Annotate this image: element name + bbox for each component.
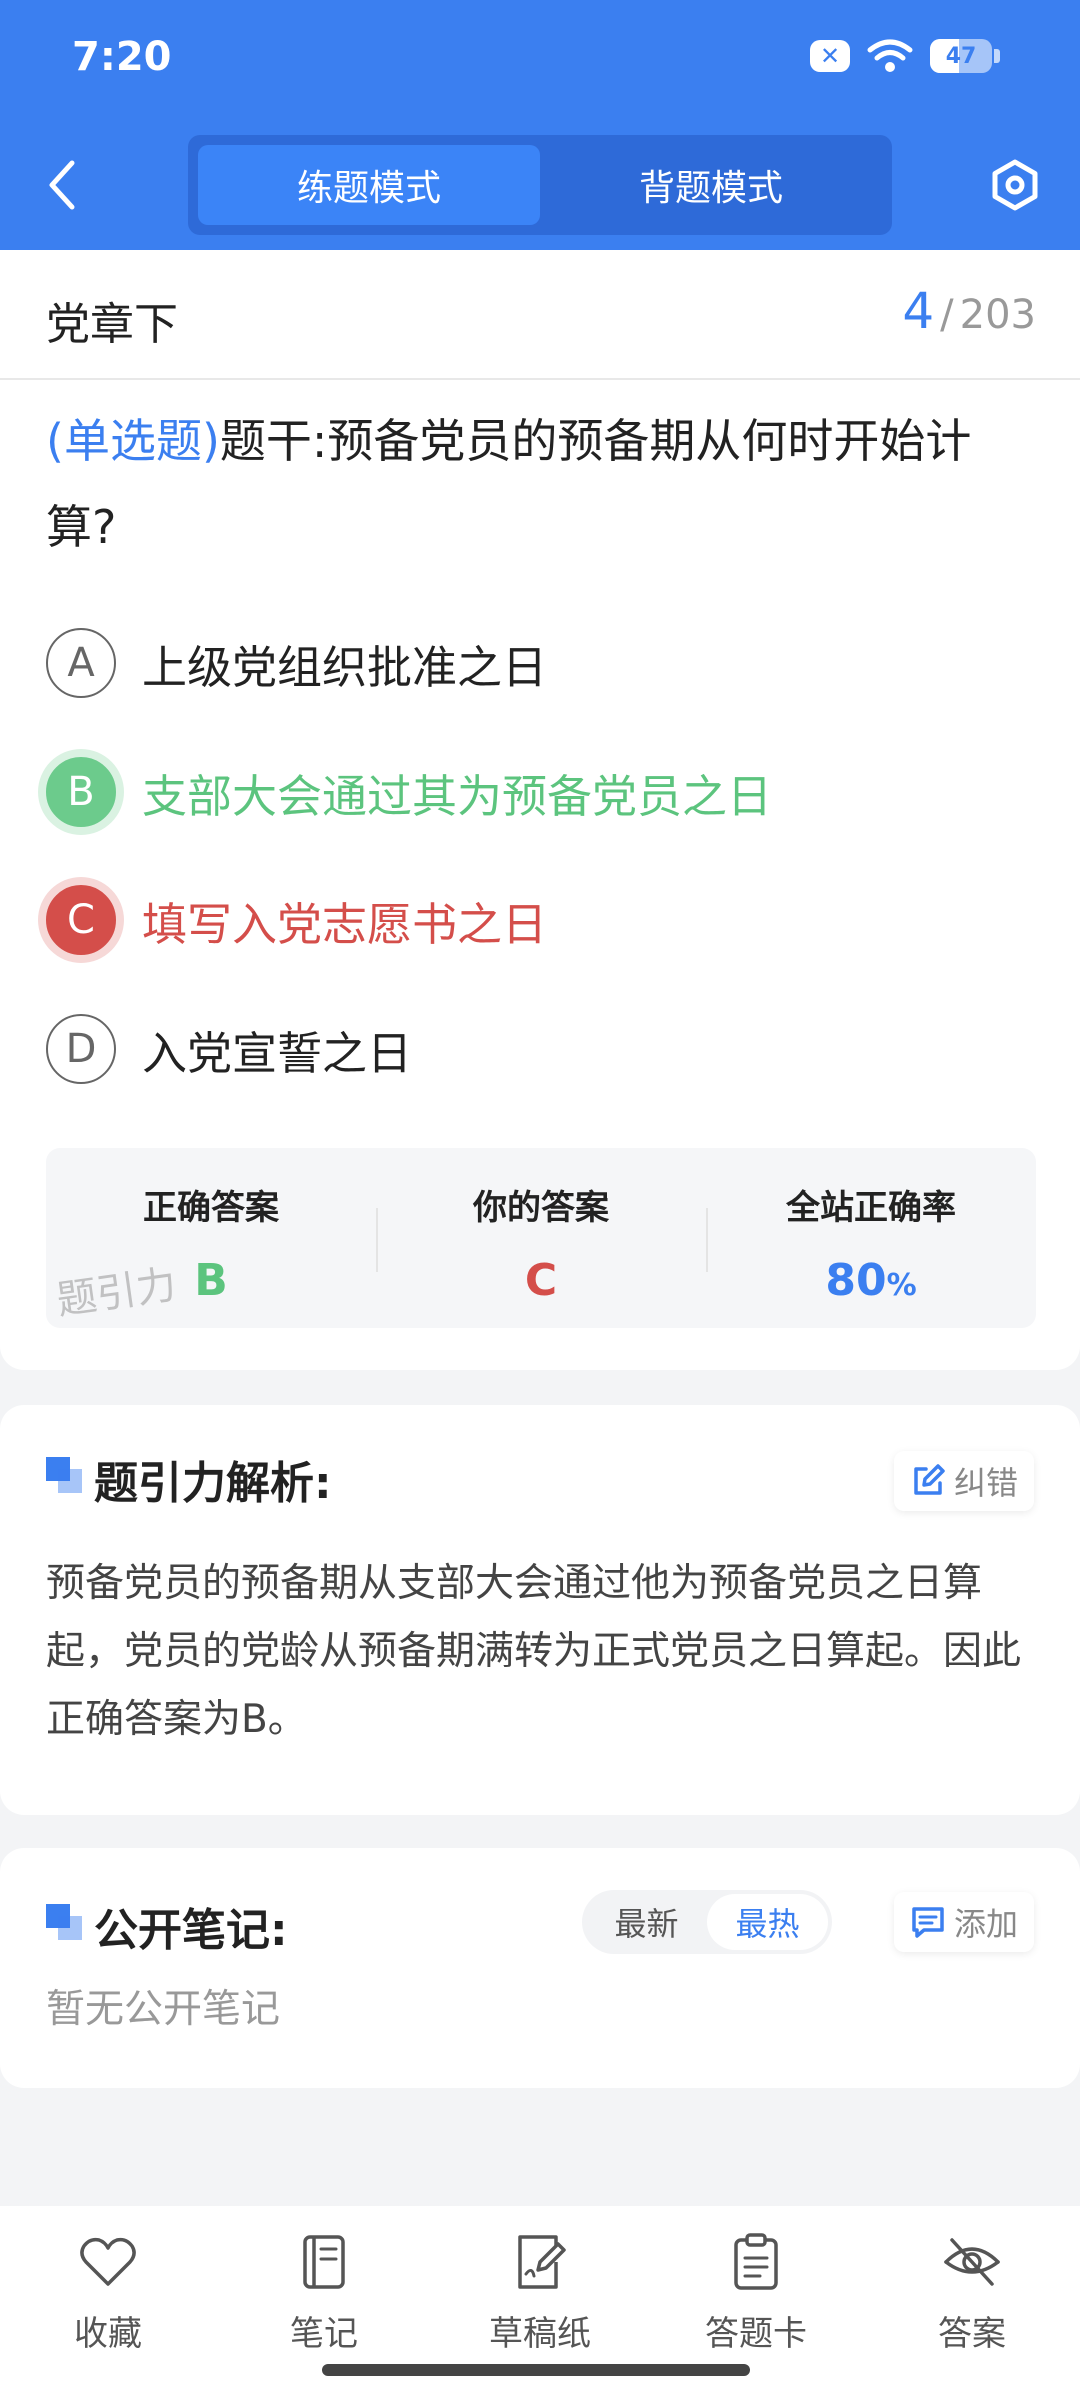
- nav-notes-label: 笔记: [290, 2314, 358, 2354]
- question-type: (单选题): [46, 414, 220, 468]
- settings-hexagon-icon[interactable]: [988, 158, 1042, 212]
- notes-empty-text: 暂无公开笔记: [46, 1987, 281, 2032]
- add-note-label: 添加: [953, 1905, 1018, 1943]
- analysis-title: 题引力解析:: [94, 1458, 332, 1509]
- nav-answer-card-label: 答题卡: [705, 2314, 807, 2354]
- nav-favorite-label: 收藏: [74, 2314, 142, 2354]
- nav-answer-label: 答案: [938, 2314, 1006, 2354]
- nav-favorite[interactable]: 收藏: [28, 2232, 188, 2355]
- option-c[interactable]: C 填写入党志愿书之日: [46, 880, 547, 960]
- public-notes-card: 公开笔记: 最新 最热 添加 暂无公开笔记: [0, 1848, 1080, 2088]
- eye-off-icon: [944, 2238, 1000, 2286]
- option-c-letter: C: [46, 885, 116, 955]
- status-icons: ✕ 47: [810, 38, 1000, 74]
- chapter-title: 党章下: [46, 299, 178, 350]
- correct-answer-label: 正确答案: [143, 1188, 279, 1228]
- option-b-text: 支部大会通过其为预备党员之日: [142, 769, 773, 823]
- option-a[interactable]: A 上级党组织批准之日: [46, 623, 547, 703]
- chapter-row: 党章下 4 / 203: [0, 250, 1080, 380]
- notes-sort-switch: 最新 最热: [582, 1890, 832, 1954]
- nav-notes[interactable]: 笔记: [244, 2232, 404, 2355]
- question-card: 党章下 4 / 203 (单选题)题干:预备党员的预备期从何时开始计算? A 上…: [0, 250, 1080, 1370]
- wifi-icon: [867, 39, 913, 72]
- option-a-text: 上级党组织批准之日: [142, 640, 548, 694]
- section-squares-icon: [46, 1457, 84, 1495]
- option-c-text: 填写入党志愿书之日: [142, 897, 548, 951]
- site-accuracy-unit: %: [886, 1268, 917, 1303]
- battery-level: 47: [945, 43, 977, 69]
- heart-icon: [80, 2237, 136, 2286]
- your-answer-col: 你的答案 C: [376, 1148, 706, 1328]
- option-d-text: 入党宣誓之日: [142, 1026, 413, 1080]
- tab-practice-mode[interactable]: 练题模式: [198, 145, 540, 225]
- progress-current: 4: [902, 282, 935, 340]
- option-d[interactable]: D 入党宣誓之日: [46, 1009, 412, 1089]
- notification-x-icon: ✕: [810, 40, 850, 72]
- option-b-letter: B: [46, 757, 116, 827]
- edit-icon: [914, 1464, 945, 1495]
- back-chevron-icon[interactable]: [42, 157, 82, 213]
- site-accuracy-number: 80: [825, 1255, 887, 1306]
- nav-answer[interactable]: 答案: [892, 2232, 1052, 2355]
- site-accuracy-value: 80%: [825, 1255, 916, 1306]
- battery-icon: 47: [930, 39, 992, 73]
- clipboard-icon: [734, 2233, 778, 2290]
- nav-draft-label: 草稿纸: [489, 2314, 591, 2354]
- status-time: 7:20: [72, 34, 172, 80]
- sort-latest-tab[interactable]: 最新: [586, 1894, 707, 1950]
- comment-icon: [912, 1907, 944, 1938]
- notes-title: 公开笔记:: [94, 1905, 288, 1956]
- mode-switch: 练题模式 背题模式: [188, 135, 892, 235]
- answer-summary: 正确答案 B 你的答案 C 全站正确率 80%: [46, 1148, 1036, 1328]
- question-stem: (单选题)题干:预备党员的预备期从何时开始计算?: [46, 398, 1036, 570]
- draft-icon: [518, 2235, 566, 2289]
- top-header: 7:20 ✕ 47 练题模式 背题模式: [0, 0, 1080, 250]
- report-error-button[interactable]: 纠错: [893, 1451, 1034, 1511]
- tab-recite-mode[interactable]: 背题模式: [540, 145, 882, 225]
- your-answer-value: C: [524, 1255, 558, 1306]
- add-note-button[interactable]: 添加: [893, 1892, 1034, 1952]
- option-b[interactable]: B 支部大会通过其为预备党员之日: [46, 752, 772, 832]
- progress-total: 203: [959, 292, 1036, 338]
- nav-draft[interactable]: 草稿纸: [460, 2232, 620, 2355]
- option-d-letter: D: [46, 1014, 116, 1084]
- home-indicator[interactable]: [322, 2364, 750, 2376]
- nav-answer-card[interactable]: 答题卡: [676, 2232, 836, 2355]
- site-accuracy-label: 全站正确率: [786, 1188, 956, 1228]
- battery-cap: [994, 49, 1000, 63]
- progress-separator: /: [940, 292, 954, 338]
- analysis-text: 预备党员的预备期从支部大会通过他为预备党员之日算起，党员的党龄从预备期满转为正式…: [46, 1561, 1022, 1742]
- notebook-icon: [303, 2235, 345, 2289]
- report-error-label: 纠错: [953, 1464, 1018, 1502]
- analysis-card: 题引力解析: 纠错 预备党员的预备期从支部大会通过他为预备党员之日算起，党员的党…: [0, 1405, 1080, 1815]
- question-progress: 4 / 203: [902, 282, 1036, 340]
- your-answer-label: 你的答案: [473, 1188, 609, 1228]
- sort-hot-tab[interactable]: 最热: [707, 1894, 828, 1950]
- site-accuracy-col: 全站正确率 80%: [706, 1148, 1036, 1328]
- option-a-letter: A: [46, 628, 116, 698]
- correct-answer-value: B: [194, 1255, 228, 1306]
- section-squares-icon: [46, 1904, 84, 1942]
